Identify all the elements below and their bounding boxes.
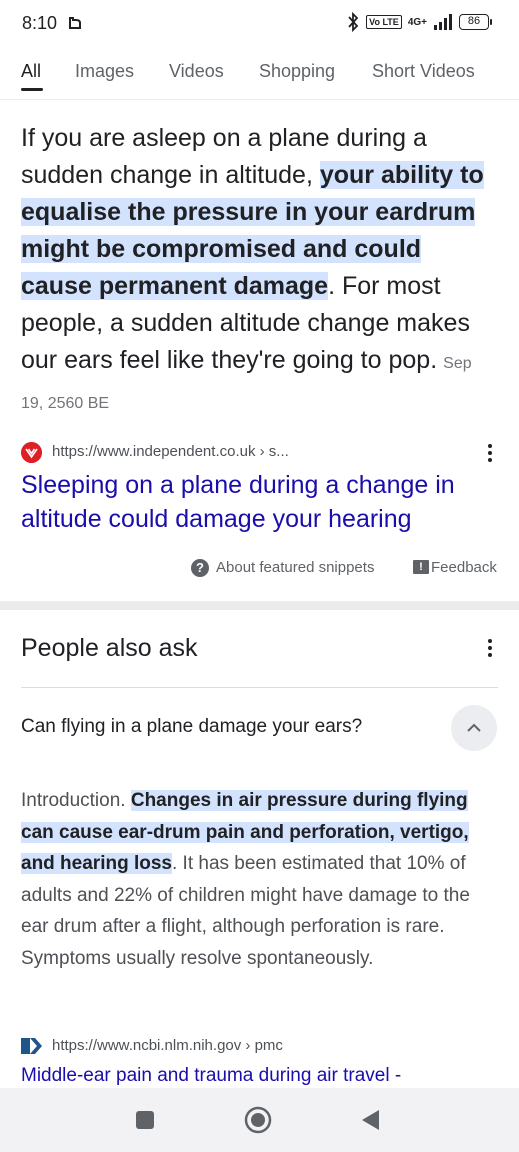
snippet-footer: ? About featured snippets ! Feedback	[0, 556, 519, 580]
app-notification-icon	[69, 17, 81, 29]
search-tabs: All Images Videos Shopping Short Videos	[0, 46, 519, 100]
people-also-ask-title: People also ask	[21, 634, 198, 662]
ncbi-favicon-icon	[21, 1038, 42, 1054]
feedback-link[interactable]: Feedback	[431, 559, 497, 576]
paa-separator	[21, 687, 498, 688]
paa-source[interactable]: https://www.ncbi.nlm.nih.gov › pmc	[21, 1034, 501, 1058]
section-divider	[0, 601, 519, 610]
system-nav-bar	[0, 1088, 519, 1152]
status-icons: Vo LTE 4G+ 86	[346, 12, 492, 32]
signal-icon	[434, 14, 452, 30]
snippet-source[interactable]: https://www.independent.co.uk › s...	[21, 441, 501, 465]
paa-question[interactable]: Can flying in a plane damage your ears?	[21, 716, 362, 738]
status-time: 8:10	[22, 13, 58, 33]
paa-answer: Introduction. Changes in air pressure du…	[21, 785, 499, 975]
tab-all[interactable]: All	[21, 61, 41, 82]
tab-short-videos[interactable]: Short Videos	[372, 61, 475, 82]
independent-favicon-icon	[21, 442, 42, 463]
more-vert-icon[interactable]	[487, 444, 493, 464]
snippet-source-url: https://www.independent.co.uk › s...	[52, 443, 289, 460]
tab-active-indicator	[21, 88, 43, 91]
paa-result-link[interactable]: Middle-ear pain and trauma during air tr…	[21, 1065, 401, 1087]
bluetooth-icon	[348, 12, 359, 32]
network-type: 4G+	[407, 16, 427, 28]
collapse-button[interactable]	[451, 705, 497, 751]
paa-source-url: https://www.ncbi.nlm.nih.gov › pmc	[52, 1037, 283, 1054]
recents-icon[interactable]	[130, 1105, 160, 1135]
chevron-up-icon	[467, 723, 481, 732]
tab-images[interactable]: Images	[75, 61, 134, 82]
more-vert-icon[interactable]	[487, 639, 493, 659]
answer-intro: Introduction.	[21, 790, 131, 811]
volte-badge: Vo LTE	[366, 15, 402, 29]
snippet-result-link[interactable]: Sleeping on a plane during a change in a…	[21, 468, 501, 536]
tab-shopping[interactable]: Shopping	[259, 61, 335, 82]
help-icon[interactable]: ?	[191, 559, 209, 577]
about-featured-snippets[interactable]: About featured snippets	[216, 559, 374, 576]
featured-snippet-text: If you are asleep on a plane during a su…	[21, 120, 491, 422]
status-bar: 8:10 Vo LTE 4G+ 86	[0, 0, 519, 46]
tab-videos[interactable]: Videos	[169, 61, 224, 82]
back-icon[interactable]	[356, 1105, 386, 1135]
home-icon[interactable]	[243, 1105, 273, 1135]
feedback-icon[interactable]: !	[413, 560, 429, 574]
battery-indicator: 86	[459, 14, 492, 30]
